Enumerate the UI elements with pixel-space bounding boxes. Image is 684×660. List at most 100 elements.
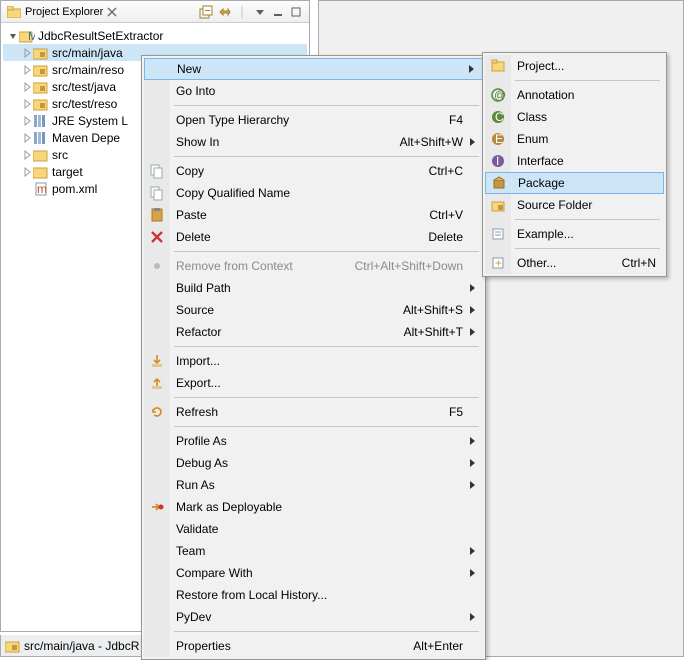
menu-item-refresh[interactable]: RefreshF5 (144, 401, 483, 423)
chevron-right-icon[interactable] (21, 81, 33, 93)
import-icon (148, 352, 166, 370)
chevron-down-icon[interactable] (7, 30, 19, 42)
menu-shortcut: Ctrl+Alt+Shift+Down (355, 259, 463, 273)
menu-label: Annotation (517, 88, 656, 102)
menu-separator (144, 153, 483, 160)
chevron-right-icon (469, 327, 477, 337)
menu-item-show-in[interactable]: Show InAlt+Shift+W (144, 131, 483, 153)
menu-item-new[interactable]: New (144, 58, 483, 80)
menu-item-build-path[interactable]: Build Path (144, 277, 483, 299)
separator-icon (234, 4, 250, 20)
menu-item-enum[interactable]: EEnum (485, 128, 664, 150)
package-folder-icon (33, 45, 49, 61)
menu-item-validate[interactable]: Validate (144, 518, 483, 540)
menu-shortcut: Alt+Shift+W (400, 135, 463, 149)
tree-project-row[interactable]: Mj JdbcResultSetExtractor (3, 27, 307, 44)
chevron-right-icon[interactable] (21, 149, 33, 161)
menu-item-source[interactable]: SourceAlt+Shift+S (144, 299, 483, 321)
menu-shortcut: Delete (428, 230, 463, 244)
view-menu-icon[interactable] (252, 4, 268, 20)
close-view-icon[interactable] (107, 7, 117, 17)
chevron-right-icon[interactable] (21, 47, 33, 59)
menu-label: Other... (517, 256, 622, 270)
menu-item-example[interactable]: Example... (485, 223, 664, 245)
menu-item-copy[interactable]: CopyCtrl+C (144, 160, 483, 182)
project-label: JdbcResultSetExtractor (38, 29, 163, 43)
chevron-right-icon[interactable] (21, 132, 33, 144)
menu-separator (144, 628, 483, 635)
context-menu: New Go Into Open Type HierarchyF4Show InAl… (141, 55, 486, 660)
menu-item-import[interactable]: Import... (144, 350, 483, 372)
package-folder-icon (33, 62, 49, 78)
menu-separator (144, 102, 483, 109)
menu-separator (485, 245, 664, 252)
menu-item-interface[interactable]: IInterface (485, 150, 664, 172)
menu-item-debug-as[interactable]: Debug As (144, 452, 483, 474)
explorer-title: Project Explorer (23, 6, 103, 18)
menu-separator (485, 77, 664, 84)
menu-separator (144, 248, 483, 255)
minimize-icon[interactable] (270, 4, 286, 20)
menu-item-team[interactable]: Team (144, 540, 483, 562)
menu-item-go-into[interactable]: Go Into (144, 80, 483, 102)
menu-item-project[interactable]: Project... (485, 55, 664, 77)
menu-shortcut: Ctrl+N (622, 256, 656, 270)
menu-label: Copy (176, 164, 429, 178)
library-icon (33, 130, 49, 146)
tree-label: pom.xml (52, 182, 97, 196)
menu-shortcut: Ctrl+V (429, 208, 463, 222)
menu-label: Project... (517, 59, 656, 73)
menu-label: Refactor (176, 325, 404, 339)
chevron-right-icon (469, 283, 477, 293)
menu-item-class[interactable]: CClass (485, 106, 664, 128)
menu-label: Interface (517, 154, 656, 168)
menu-item-properties[interactable]: PropertiesAlt+Enter (144, 635, 483, 657)
tree-label: Maven Depe (52, 131, 120, 145)
chevron-right-icon[interactable] (21, 98, 33, 110)
menu-item-refactor[interactable]: RefactorAlt+Shift+T (144, 321, 483, 343)
chevron-right-icon[interactable] (21, 115, 33, 127)
menu-item-pydev[interactable]: PyDev (144, 606, 483, 628)
menu-item-mark-as-deployable[interactable]: Mark as Deployable (144, 496, 483, 518)
menu-separator (144, 423, 483, 430)
class-icon: C (489, 108, 507, 126)
link-editor-icon[interactable] (216, 4, 232, 20)
menu-item-delete[interactable]: DeleteDelete (144, 226, 483, 248)
menu-item-copy-qualified-name[interactable]: Copy Qualified Name (144, 182, 483, 204)
menu-item-source-folder[interactable]: Source Folder (485, 194, 664, 216)
dot-icon (148, 257, 166, 275)
menu-label: Enum (517, 132, 656, 146)
menu-label: PyDev (176, 610, 463, 624)
refresh-icon (148, 403, 166, 421)
menu-item-annotation[interactable]: @Annotation (485, 84, 664, 106)
collapse-all-icon[interactable] (198, 4, 214, 20)
menu-label: Run As (176, 478, 463, 492)
menu-item-package[interactable]: Package (485, 172, 664, 194)
menu-item-export[interactable]: Export... (144, 372, 483, 394)
folder-icon (33, 147, 49, 163)
chevron-right-icon[interactable] (21, 64, 33, 76)
menu-item-compare-with[interactable]: Compare With (144, 562, 483, 584)
menu-item-restore-from-local-history[interactable]: Restore from Local History... (144, 584, 483, 606)
chevron-right-icon (469, 436, 477, 446)
menu-item-open-type-hierarchy[interactable]: Open Type HierarchyF4 (144, 109, 483, 131)
chevron-right-icon (469, 568, 477, 578)
menu-item-other[interactable]: +Other...Ctrl+N (485, 252, 664, 274)
menu-item-profile-as[interactable]: Profile As (144, 430, 483, 452)
proj-icon (489, 57, 507, 75)
menu-label: Go Into (176, 84, 463, 98)
menu-separator (144, 394, 483, 401)
delete-icon (148, 228, 166, 246)
folder-icon (6, 4, 22, 20)
menu-item-paste[interactable]: PasteCtrl+V (144, 204, 483, 226)
menu-item-run-as[interactable]: Run As (144, 474, 483, 496)
maximize-icon[interactable] (288, 4, 304, 20)
menu-label: Profile As (176, 434, 463, 448)
tree-label: JRE System L (52, 114, 128, 128)
menu-label: New (177, 62, 462, 76)
paste-icon (148, 206, 166, 224)
chevron-right-icon (469, 546, 477, 556)
chevron-right-icon[interactable] (21, 166, 33, 178)
explorer-header: Project Explorer (1, 1, 309, 23)
menu-label: Source (176, 303, 403, 317)
